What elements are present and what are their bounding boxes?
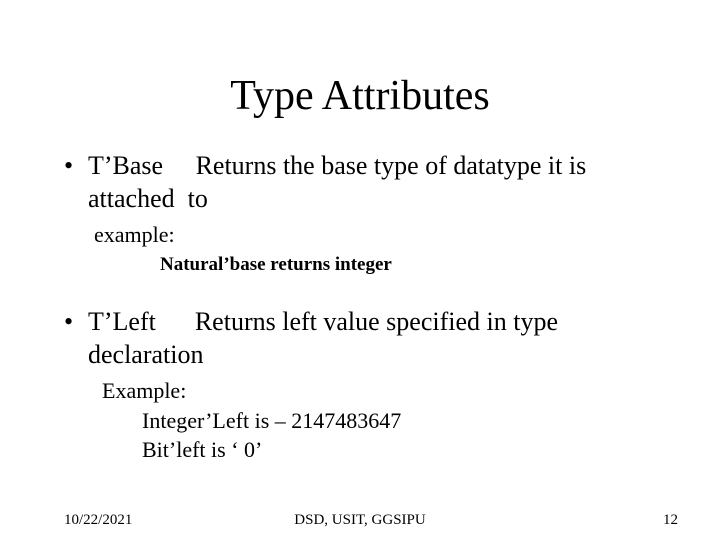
- slide-body: T’Base Returns the base type of datatype…: [64, 150, 660, 466]
- bullet-sub-example-label: Example:: [64, 377, 660, 405]
- bullet-item: T’Base Returns the base type of datatype…: [64, 150, 660, 215]
- slide-title: Type Attributes: [0, 72, 720, 120]
- bullet-item: T’Left Returns left value specified in t…: [64, 306, 660, 371]
- bullet-sub-example-text: Natural’base returns integer: [64, 253, 660, 277]
- bullet-sub-example-line: Integer’Left is – 2147483647: [64, 407, 660, 435]
- footer-page-number: 12: [663, 512, 678, 529]
- bullet-sub-example-line: Bit’left is ‘ 0’: [64, 436, 660, 464]
- footer-center-text: DSD, USIT, GGSIPU: [0, 512, 720, 529]
- slide: Type Attributes T’Base Returns the base …: [0, 0, 720, 540]
- bullet-sub-example-label: example:: [64, 221, 660, 249]
